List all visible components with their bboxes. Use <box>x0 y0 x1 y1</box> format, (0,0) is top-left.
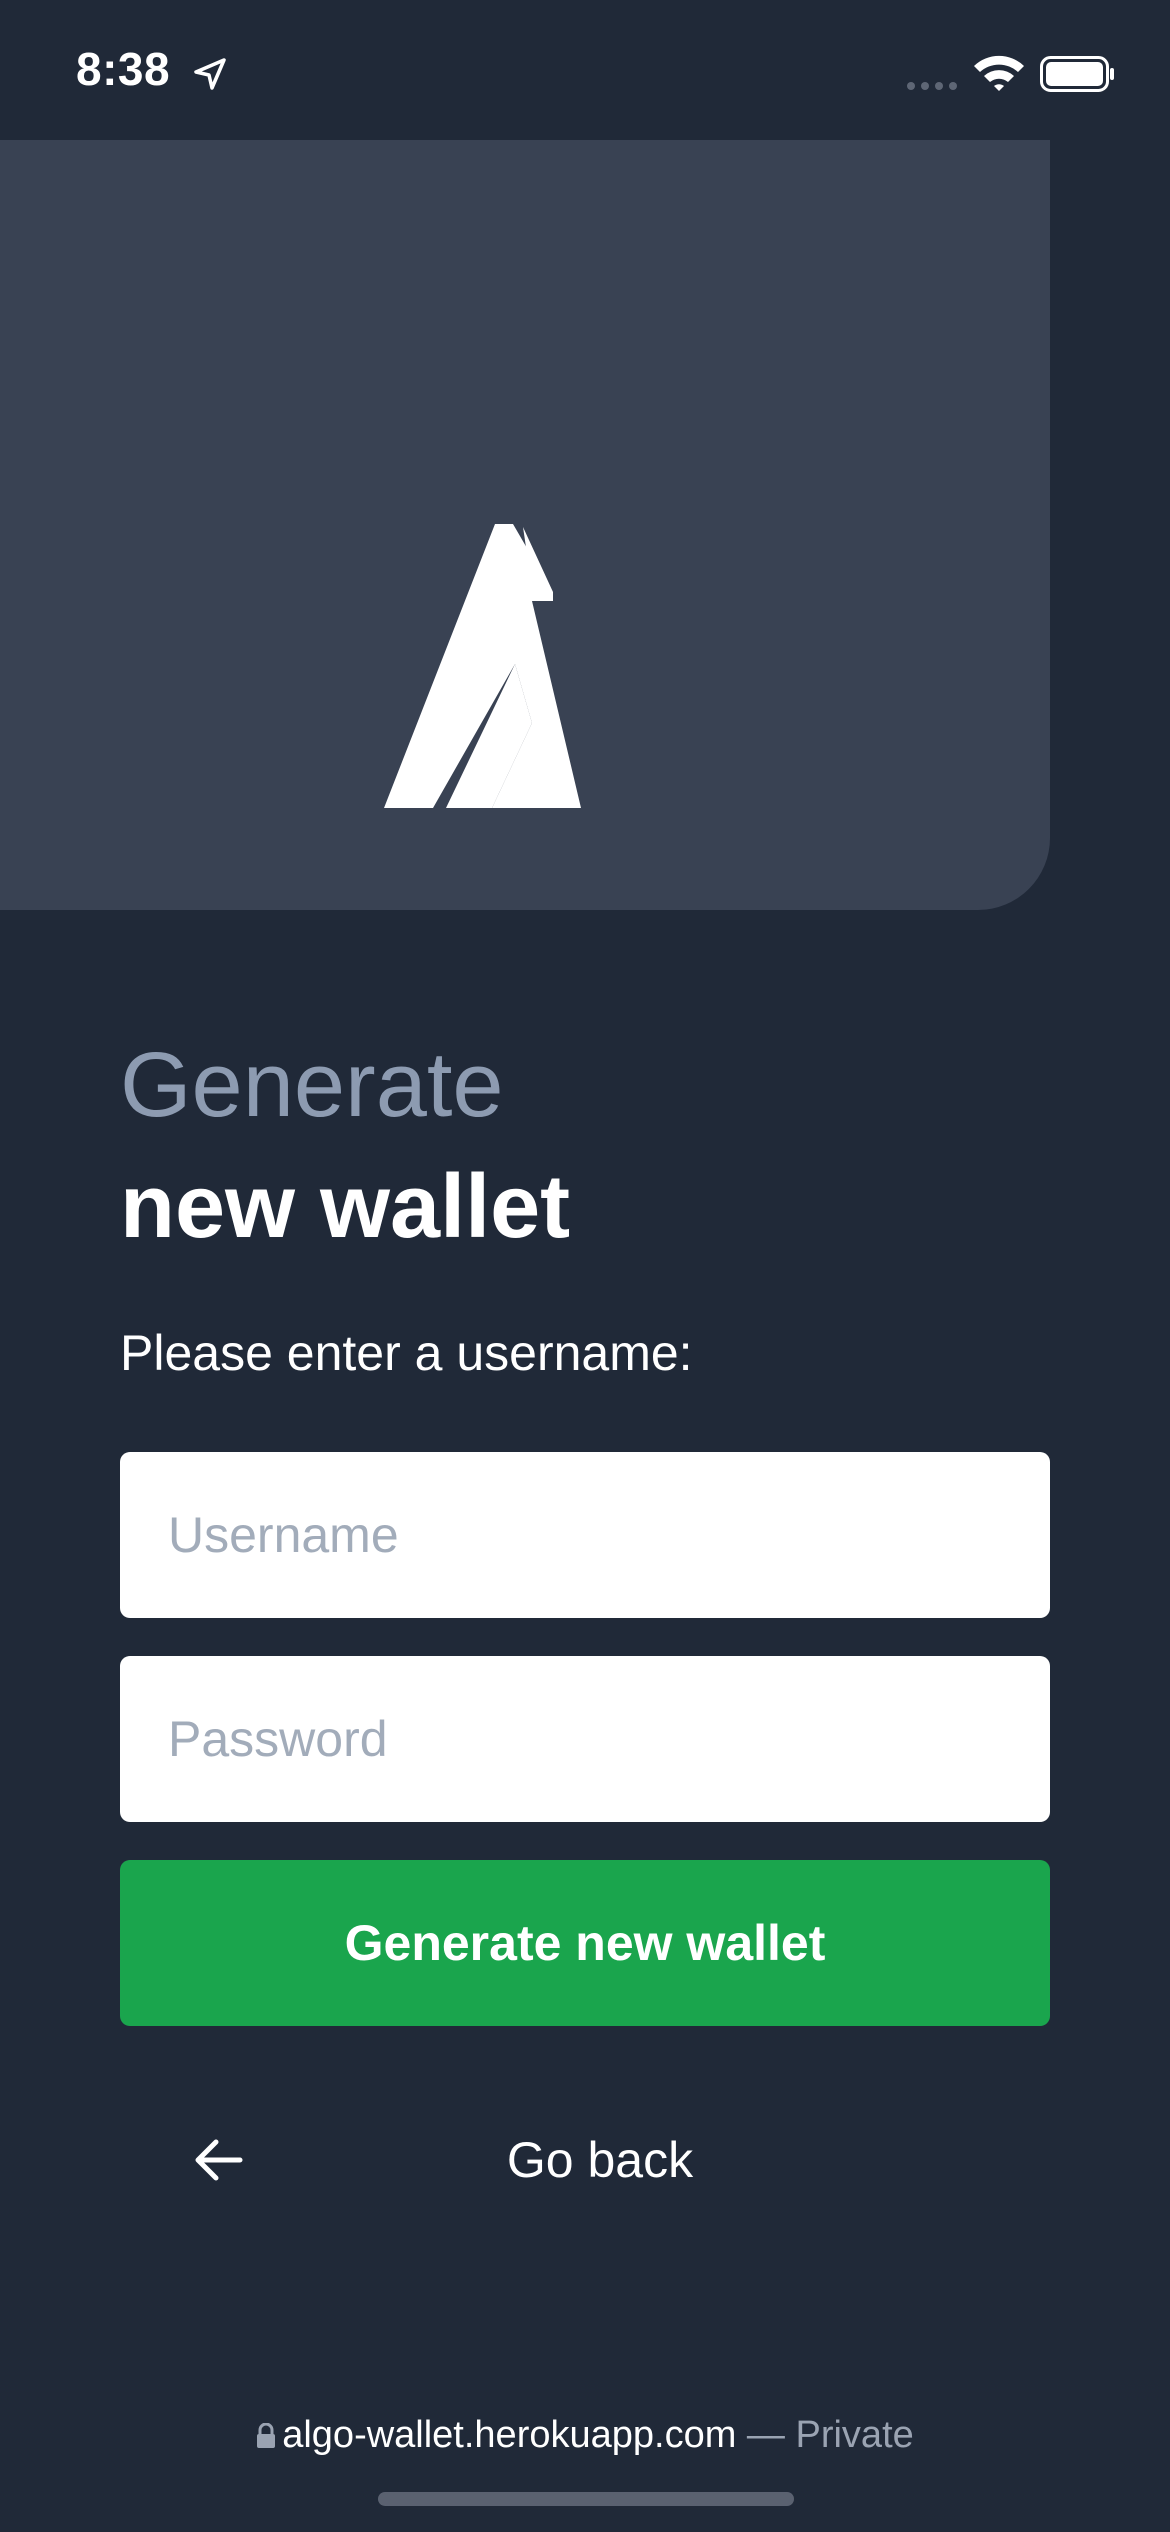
signal-icon <box>907 82 957 90</box>
algorand-logo <box>384 524 581 808</box>
lock-icon <box>257 2423 276 2448</box>
username-prompt: Please enter a username: <box>120 1325 693 1381</box>
browser-url-bar[interactable]: algo-wallet.herokuapp.com — Private <box>0 2400 1170 2470</box>
page-title-line-2: new wallet <box>120 1157 571 1257</box>
password-input[interactable] <box>120 1656 1050 1822</box>
wifi-icon <box>974 55 1024 91</box>
status-time: 8:38 <box>76 43 171 95</box>
generate-wallet-button[interactable]: Generate new wallet <box>120 1860 1050 2026</box>
location-arrow-icon <box>194 58 226 90</box>
home-indicator[interactable] <box>378 2492 794 2506</box>
battery-icon <box>1040 56 1114 92</box>
page-title-line-1: Generate <box>120 1034 504 1136</box>
private-mode-label: — Private <box>736 2414 914 2456</box>
status-bar: 8:38 <box>0 0 1170 140</box>
go-back-label: Go back <box>506 2132 694 2188</box>
username-input[interactable] <box>120 1452 1050 1618</box>
go-back-link[interactable]: Go back <box>120 2110 1050 2210</box>
url-domain: algo-wallet.herokuapp.com <box>282 2414 737 2456</box>
hero-card <box>0 140 1050 910</box>
